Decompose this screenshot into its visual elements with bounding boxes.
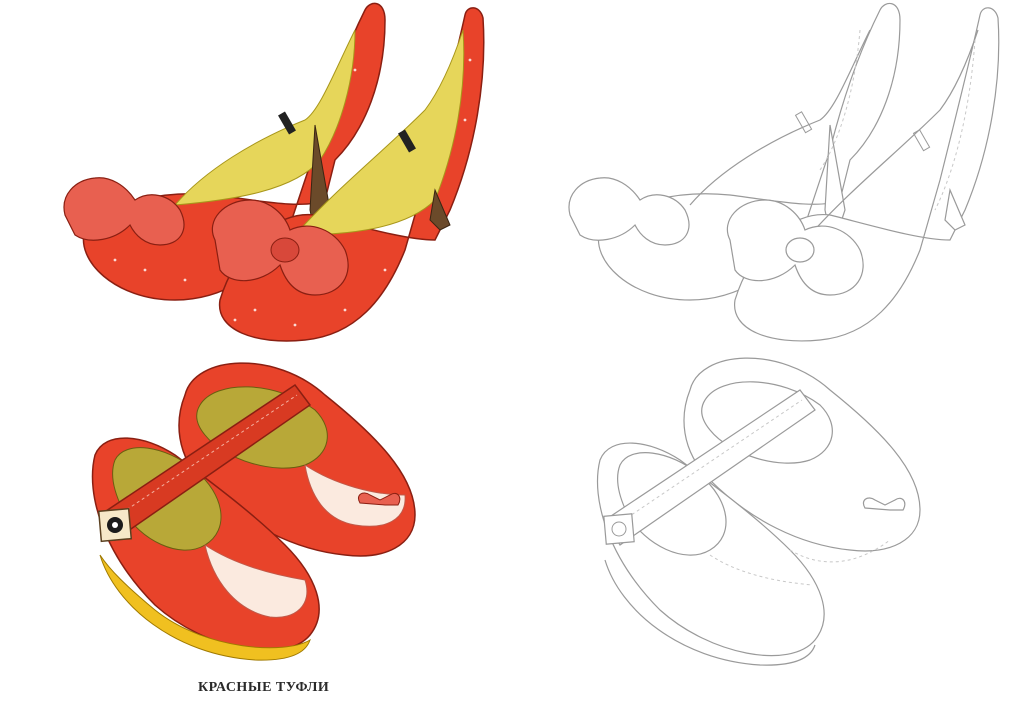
mary-jane-shoes-outline-icon xyxy=(596,357,921,666)
high-heel-shoes-outline-icon xyxy=(568,2,1000,342)
high-heels-outline-illustration xyxy=(560,0,1020,345)
page-caption: КРАСНЫЕ ТУФЛИ xyxy=(198,680,330,695)
red-mary-jane-shoes-icon xyxy=(91,362,416,661)
red-high-heel-shoes-icon xyxy=(63,2,485,342)
red-mary-jane-illustration xyxy=(85,355,425,665)
red-high-heels-illustration xyxy=(55,0,495,345)
mary-jane-outline-illustration xyxy=(590,350,930,670)
